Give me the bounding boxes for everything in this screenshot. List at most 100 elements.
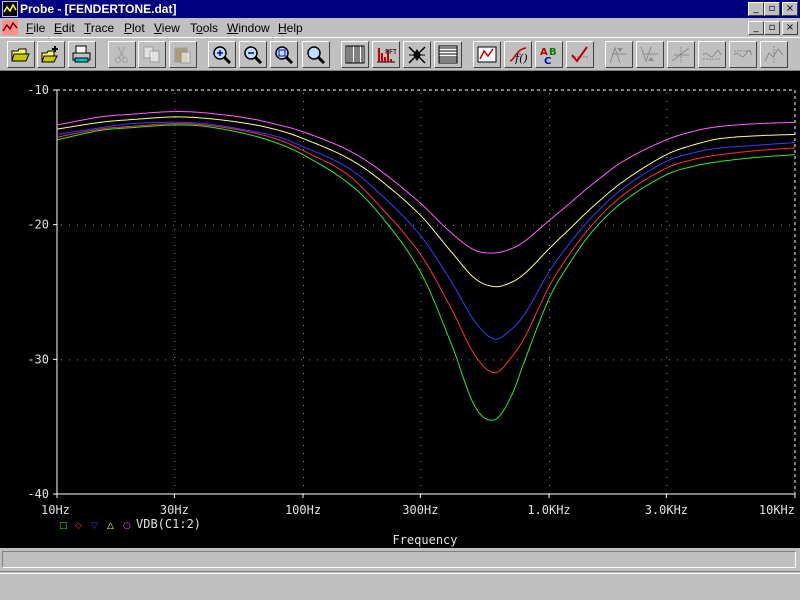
- trace-magenta[interactable]: [56, 111, 796, 254]
- cursor-max-button[interactable]: [729, 41, 757, 68]
- title-bar: Probe - [FENDERTONE.dat] _ ▫ ×: [0, 0, 800, 18]
- x-tick-label: 300Hz: [402, 503, 438, 517]
- close-icon: ×: [785, 3, 795, 14]
- trace-yellow[interactable]: [56, 116, 796, 288]
- cursor-slope-button[interactable]: [667, 41, 695, 68]
- cut-button[interactable]: [108, 41, 136, 68]
- y-tick-label: -20: [27, 218, 49, 232]
- menu-help[interactable]: Help: [278, 20, 303, 36]
- eval-goal-function-button[interactable]: f(): [504, 41, 532, 68]
- x-tick-label: 10KHz: [759, 503, 795, 517]
- plot-window[interactable]: -10 -20 -30 -40 10Hz 30Hz 100Hz 300Hz 1.0KHz 3.0K…: [0, 71, 800, 548]
- window-title: Probe - [FENDERTONE.dat]: [20, 2, 177, 16]
- text-label-button[interactable]: ABC: [535, 41, 563, 68]
- y-tick-label: -30: [27, 352, 49, 366]
- cursor-max-icon: [733, 50, 753, 58]
- log-y-axis-icon: [438, 45, 458, 64]
- menu-bar: File Edit Trace Plot View Tools Window Help _ ▫…: [0, 18, 800, 37]
- cursor-trough-icon: [640, 46, 658, 63]
- cursor-peak-button[interactable]: [605, 41, 633, 68]
- status-bar: [0, 548, 800, 600]
- x-tick-label: 30Hz: [160, 503, 189, 517]
- legend-marker-red[interactable]: ◇: [75, 521, 82, 531]
- open-file-icon: [11, 48, 30, 62]
- menu-view[interactable]: View: [154, 20, 180, 36]
- svg-text:C: C: [544, 56, 551, 64]
- legend-marker-green[interactable]: □: [59, 521, 68, 531]
- zoom-area-icon: [275, 46, 294, 64]
- status-field: [2, 551, 796, 568]
- y-tick-label: -10: [27, 83, 49, 97]
- mark-data-points-icon: [571, 46, 589, 63]
- cursor-min-button[interactable]: [698, 41, 726, 68]
- cursor-slope-icon: [671, 47, 690, 63]
- legend-trace-label[interactable]: VDB(C1:2): [136, 517, 201, 531]
- minimize-icon: _: [753, 3, 759, 14]
- add-trace-button[interactable]: [473, 41, 501, 68]
- zoom-out-icon: [244, 46, 263, 64]
- cursor-min-icon: [702, 50, 722, 60]
- text-label-icon: A BC: [540, 47, 557, 64]
- copy-icon: [143, 46, 160, 63]
- menu-file[interactable]: File: [26, 20, 45, 36]
- zoom-fit-button[interactable]: [302, 41, 330, 68]
- zoom-in-button[interactable]: [208, 41, 236, 68]
- menu-plot[interactable]: Plot: [124, 20, 145, 36]
- x-tick-label: 100Hz: [285, 503, 321, 517]
- trace-blue[interactable]: [56, 121, 796, 340]
- copy-button[interactable]: [138, 41, 166, 68]
- legend-marker-yellow[interactable]: △: [107, 521, 114, 531]
- eval-goal-function-icon: f(): [509, 47, 528, 64]
- document-system-menu-icon[interactable]: [2, 20, 18, 35]
- append-file-button[interactable]: [37, 41, 65, 68]
- zoom-in-icon: [213, 46, 232, 64]
- legend-marker-magenta[interactable]: ○: [123, 521, 131, 531]
- paste-icon: [174, 47, 191, 64]
- performance-analysis-button[interactable]: [403, 41, 431, 68]
- maximize-button[interactable]: ▫: [764, 2, 780, 16]
- x-tick-label: 1.0KHz: [527, 503, 570, 517]
- open-file-button[interactable]: [7, 41, 35, 68]
- print-button[interactable]: [68, 41, 96, 68]
- trace-red[interactable]: [56, 123, 796, 374]
- cursor-peak-icon: [609, 46, 627, 64]
- frequency-response-chart[interactable]: -10 -20 -30 -40 10Hz 30Hz 100Hz 300Hz 1.0KHz 3.0K…: [0, 71, 800, 548]
- x-tick-label: 3.0KHz: [645, 503, 688, 517]
- cursor-point-icon: [764, 46, 784, 63]
- fourier-icon: FFT: [377, 48, 396, 63]
- menu-window[interactable]: Window: [227, 20, 270, 36]
- log-y-axis-button[interactable]: [434, 41, 462, 68]
- x-tick-label: 10Hz: [41, 503, 70, 517]
- menu-tools[interactable]: Tools: [190, 20, 218, 36]
- plot-grid: [61, 93, 790, 494]
- y-tick-label: -40: [27, 487, 49, 501]
- mark-data-points-button[interactable]: [566, 41, 594, 68]
- doc-restore-button[interactable]: ▫: [764, 21, 780, 35]
- log-x-axis-button[interactable]: [341, 41, 369, 68]
- legend-marker-blue[interactable]: ▽: [91, 521, 98, 531]
- paste-button[interactable]: [169, 41, 197, 68]
- zoom-out-button[interactable]: [239, 41, 267, 68]
- append-file-icon: [41, 46, 58, 63]
- minimize-button[interactable]: _: [748, 2, 764, 16]
- svg-text:FFT: FFT: [385, 48, 396, 56]
- cut-icon: [115, 46, 128, 63]
- cursor-trough-button[interactable]: [636, 41, 664, 68]
- menu-edit[interactable]: Edit: [54, 20, 75, 36]
- probe-app-icon[interactable]: [2, 1, 18, 17]
- log-x-axis-icon: [345, 45, 365, 64]
- doc-close-button[interactable]: ×: [782, 21, 798, 35]
- menu-trace[interactable]: Trace: [84, 20, 114, 36]
- cursor-point-button[interactable]: [760, 41, 788, 68]
- restore-icon: ▫: [768, 3, 776, 14]
- performance-analysis-icon: [408, 46, 426, 64]
- close-button[interactable]: ×: [782, 2, 798, 16]
- zoom-area-button[interactable]: [270, 41, 298, 68]
- toolbar: FFT f() A B C: [0, 37, 800, 71]
- trace-green[interactable]: [56, 124, 796, 421]
- print-icon: [72, 45, 91, 63]
- fourier-button[interactable]: FFT: [372, 41, 400, 68]
- status-divider: [0, 571, 800, 574]
- minimize-icon: _: [753, 22, 759, 33]
- doc-minimize-button[interactable]: _: [748, 21, 764, 35]
